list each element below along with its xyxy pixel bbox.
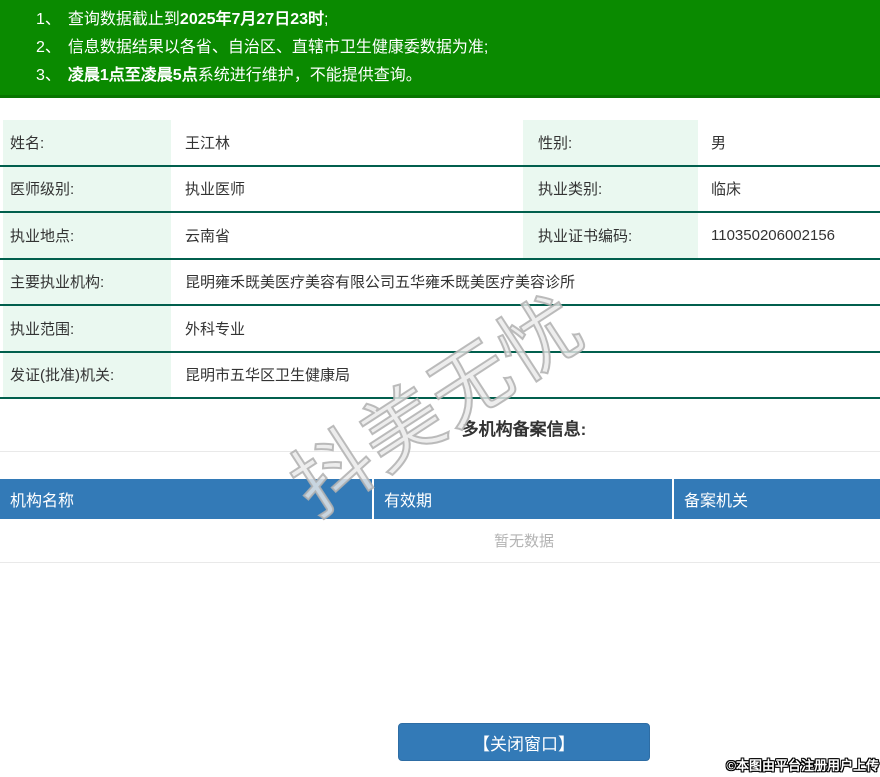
notice-text: 查询数据截止到 — [67, 11, 180, 28]
notice-banner: 1、 查询数据截止到2025年7月27日23时; 2、 信息数据结果以各省、自治区、… — [0, 0, 880, 98]
notice-text-bold: 2025年7月27日23时 — [179, 11, 325, 28]
notice-item: 3、 凌晨1点至凌晨5点系统进行维护，不能提供查询。 — [36, 62, 880, 90]
table-row: 发证(批准)机关: 昆明市五华区卫生健康局 — [0, 352, 880, 399]
notice-number: 1、 — [36, 11, 61, 28]
field-value-practice-location: 云南省 — [185, 227, 231, 245]
notice-number: 3、 — [36, 67, 61, 84]
field-label-main-institution: 主要执业机构: — [3, 259, 171, 304]
field-label-name: 姓名: — [3, 120, 171, 165]
table-row: 主要执业机构: 昆明雍禾既美医疗美容有限公司五华雍禾既美医疗美容诊所 — [0, 259, 880, 306]
field-label-doctor-level: 医师级别: — [3, 166, 171, 211]
notice-item: 1、 查询数据截止到2025年7月27日23时; — [36, 6, 880, 34]
table-row: 姓名: 王江林 性别: 男 — [0, 120, 880, 167]
table-row: 医师级别: 执业医师 执业类别: 临床 — [0, 166, 880, 213]
field-value-certificate-number: 110350206002156 — [711, 226, 836, 244]
query-result-page: 1、 查询数据截止到2025年7月27日23时; 2、 信息数据结果以各省、自治区、… — [0, 0, 880, 761]
practitioner-info-table: 姓名: 王江林 性别: 男 医师级别: 执业医师 执业类别: 临床 执业地点: … — [0, 120, 880, 399]
notice-number: 2、 — [36, 39, 61, 56]
notice-item: 2、 信息数据结果以各省、自治区、直辖市卫生健康委数据为准; — [36, 34, 880, 62]
close-window-button[interactable]: 【关闭窗口】 — [398, 723, 650, 761]
field-value-main-institution: 昆明雍禾既美医疗美容有限公司五华雍禾既美医疗美容诊所 — [185, 274, 576, 292]
field-value-practice-scope: 外科专业 — [185, 320, 246, 338]
notice-text-bold: 凌晨1点至凌晨5点 — [67, 67, 198, 84]
column-header-institution-name: 机构名称 — [0, 479, 374, 519]
filing-table-header: 机构名称 有效期 备案机关 — [0, 479, 880, 519]
copyright-watermark: ©本图由平台注册用户上传 — [726, 758, 879, 773]
column-header-validity-period: 有效期 — [374, 479, 674, 519]
field-label-practice-scope: 执业范围: — [3, 306, 171, 351]
field-label-practice-category: 执业类别: — [523, 166, 698, 211]
notice-text: ; — [324, 11, 329, 28]
field-label-practice-location: 执业地点: — [3, 213, 171, 258]
field-value-practice-category: 临床 — [711, 181, 742, 199]
filing-section-title: 多机构备案信息: — [0, 399, 880, 452]
field-label-gender: 性别: — [523, 120, 698, 165]
empty-data-text: 暂无数据 — [0, 519, 880, 563]
field-value-issuing-authority: 昆明市五华区卫生健康局 — [185, 367, 351, 385]
field-label-certificate-number: 执业证书编码: — [523, 213, 698, 258]
notice-text: 信息数据结果以各省、自治区、直辖市卫生健康委数据为准; — [67, 39, 489, 56]
column-header-filing-authority: 备案机关 — [684, 493, 749, 510]
field-value-doctor-level: 执业医师 — [185, 181, 246, 199]
field-value-name: 王江林 — [185, 134, 231, 152]
field-label-issuing-authority: 发证(批准)机关: — [3, 352, 171, 397]
table-row: 执业范围: 外科专业 — [0, 306, 880, 353]
notice-text: 系统进行维护，不能提供查询。 — [197, 67, 422, 84]
field-value-gender: 男 — [711, 134, 727, 152]
table-row: 执业地点: 云南省 执业证书编码: 110350206002156 — [0, 213, 880, 260]
